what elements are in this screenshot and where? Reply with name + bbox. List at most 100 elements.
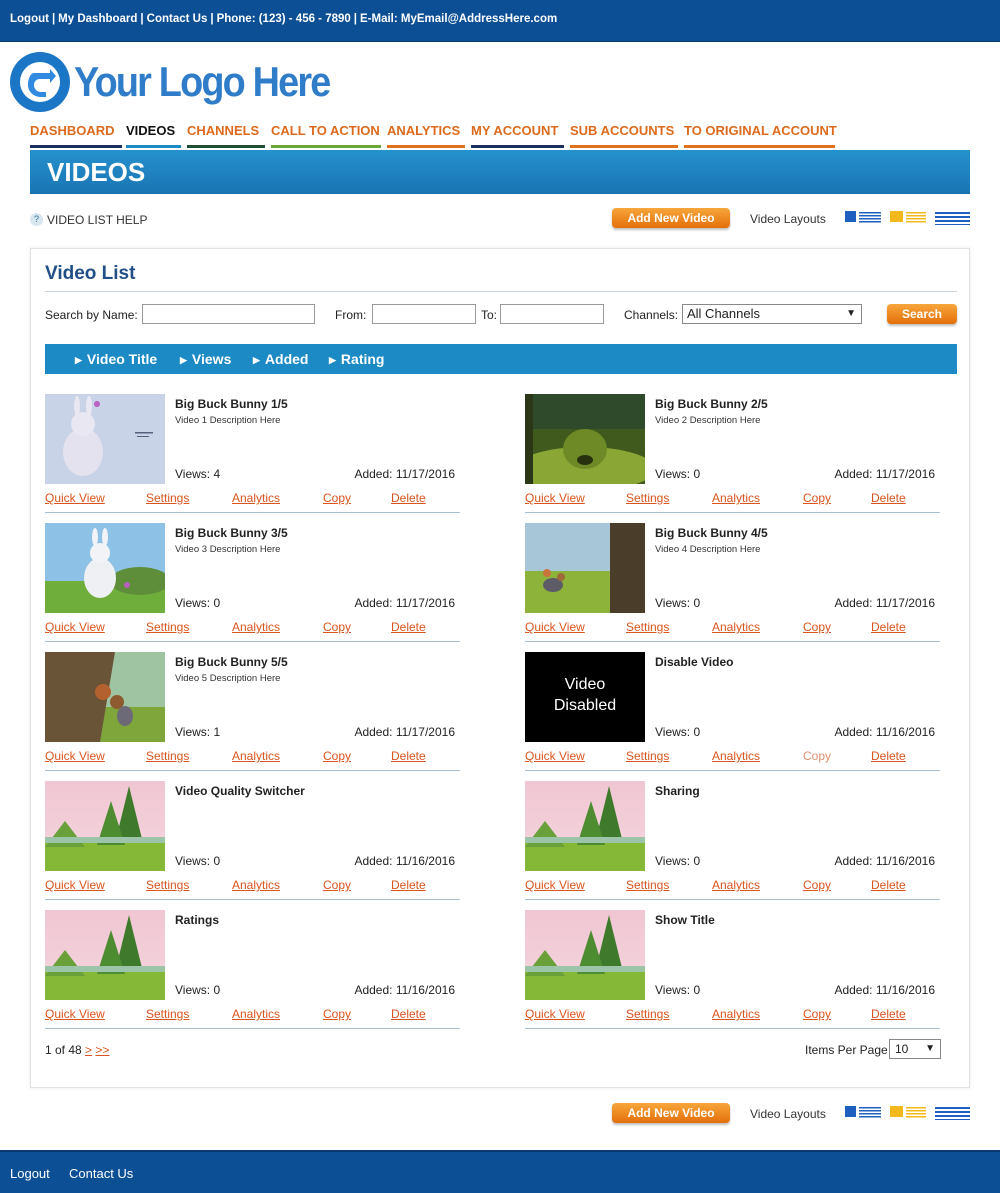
video-thumbnail[interactable] <box>525 394 645 484</box>
copy-link[interactable]: Copy <box>323 878 351 892</box>
quick-view-link[interactable]: Quick View <box>525 878 585 892</box>
delete-link[interactable]: Delete <box>871 878 906 892</box>
from-date-input[interactable] <box>372 304 476 324</box>
delete-link[interactable]: Delete <box>391 749 426 763</box>
quick-view-link[interactable]: Quick View <box>525 491 585 505</box>
video-thumbnail[interactable] <box>45 523 165 613</box>
video-thumbnail[interactable] <box>525 781 645 871</box>
delete-link[interactable]: Delete <box>391 1007 426 1021</box>
video-title[interactable]: Show Title <box>655 913 715 927</box>
copy-link[interactable]: Copy <box>323 620 351 634</box>
delete-link[interactable]: Delete <box>871 491 906 505</box>
settings-link[interactable]: Settings <box>146 878 189 892</box>
sort-video-title[interactable]: ▶ Video Title <box>75 351 157 367</box>
delete-link[interactable]: Delete <box>871 620 906 634</box>
video-title[interactable]: Ratings <box>175 913 219 927</box>
delete-link[interactable]: Delete <box>871 1007 906 1021</box>
copy-link[interactable]: Copy <box>803 749 831 763</box>
video-thumbnail[interactable] <box>45 781 165 871</box>
copy-link[interactable]: Copy <box>803 878 831 892</box>
quick-view-link[interactable]: Quick View <box>45 878 105 892</box>
layout-list-thumb-icon[interactable] <box>845 1106 881 1120</box>
items-per-page-select[interactable]: 10 ▼ <box>889 1039 941 1059</box>
layout-grid-thumb-icon[interactable] <box>890 1106 926 1120</box>
settings-link[interactable]: Settings <box>146 620 189 634</box>
quick-view-link[interactable]: Quick View <box>45 620 105 634</box>
video-list-help-link[interactable]: ? VIDEO LIST HELP <box>30 213 147 227</box>
copy-link[interactable]: Copy <box>803 1007 831 1021</box>
copy-link[interactable]: Copy <box>803 491 831 505</box>
search-name-input[interactable] <box>142 304 315 324</box>
analytics-link[interactable]: Analytics <box>232 1007 280 1021</box>
next-page-link[interactable]: > <box>85 1043 92 1057</box>
video-thumbnail[interactable] <box>45 652 165 742</box>
video-thumbnail[interactable] <box>525 523 645 613</box>
logo[interactable]: Your Logo Here <box>8 50 331 112</box>
analytics-link[interactable]: Analytics <box>712 878 760 892</box>
analytics-link[interactable]: Analytics <box>232 491 280 505</box>
analytics-link[interactable]: Analytics <box>232 620 280 634</box>
quick-view-link[interactable]: Quick View <box>45 1007 105 1021</box>
nav-item-analytics[interactable]: ANALYTICS <box>387 120 465 148</box>
video-title[interactable]: Big Buck Bunny 1/5 <box>175 397 288 411</box>
layout-list-thumb-icon[interactable] <box>845 211 881 225</box>
settings-link[interactable]: Settings <box>146 749 189 763</box>
copy-link[interactable]: Copy <box>323 1007 351 1021</box>
video-thumbnail[interactable]: Video Disabled <box>525 652 645 742</box>
channels-select[interactable]: All Channels ▼ <box>682 304 862 324</box>
contact-us-link[interactable]: Contact Us <box>147 13 208 25</box>
sort-views[interactable]: ▶ Views <box>180 351 231 367</box>
add-new-video-button[interactable]: Add New Video <box>612 208 730 228</box>
quick-view-link[interactable]: Quick View <box>45 491 105 505</box>
copy-link[interactable]: Copy <box>323 491 351 505</box>
nav-item-dashboard[interactable]: DASHBOARD <box>30 120 122 148</box>
layout-list-icon[interactable] <box>935 211 970 225</box>
quick-view-link[interactable]: Quick View <box>525 749 585 763</box>
video-title[interactable]: Big Buck Bunny 4/5 <box>655 526 768 540</box>
my-dashboard-link[interactable]: My Dashboard <box>58 13 137 25</box>
to-date-input[interactable] <box>500 304 604 324</box>
settings-link[interactable]: Settings <box>626 620 669 634</box>
analytics-link[interactable]: Analytics <box>232 749 280 763</box>
logout-link[interactable]: Logout <box>10 13 49 25</box>
analytics-link[interactable]: Analytics <box>232 878 280 892</box>
settings-link[interactable]: Settings <box>626 1007 669 1021</box>
nav-item-videos[interactable]: VIDEOS <box>126 120 181 148</box>
settings-link[interactable]: Settings <box>626 749 669 763</box>
delete-link[interactable]: Delete <box>391 620 426 634</box>
layout-grid-thumb-icon[interactable] <box>890 211 926 225</box>
nav-item-call-to-action[interactable]: CALL TO ACTION <box>271 120 381 148</box>
delete-link[interactable]: Delete <box>391 491 426 505</box>
quick-view-link[interactable]: Quick View <box>45 749 105 763</box>
settings-link[interactable]: Settings <box>626 878 669 892</box>
search-button[interactable]: Search <box>887 304 957 324</box>
video-title[interactable]: Big Buck Bunny 5/5 <box>175 655 288 669</box>
analytics-link[interactable]: Analytics <box>712 1007 760 1021</box>
last-page-link[interactable]: >> <box>95 1043 109 1057</box>
add-new-video-button[interactable]: Add New Video <box>612 1103 730 1123</box>
settings-link[interactable]: Settings <box>626 491 669 505</box>
video-thumbnail[interactable] <box>45 394 165 484</box>
analytics-link[interactable]: Analytics <box>712 491 760 505</box>
delete-link[interactable]: Delete <box>391 878 426 892</box>
video-title[interactable]: Big Buck Bunny 2/5 <box>655 397 768 411</box>
quick-view-link[interactable]: Quick View <box>525 1007 585 1021</box>
sort-added[interactable]: ▶ Added <box>253 351 308 367</box>
analytics-link[interactable]: Analytics <box>712 620 760 634</box>
video-thumbnail[interactable] <box>45 910 165 1000</box>
video-title[interactable]: Video Quality Switcher <box>175 784 305 798</box>
layout-list-icon[interactable] <box>935 1106 970 1120</box>
video-title[interactable]: Sharing <box>655 784 700 798</box>
sort-rating[interactable]: ▶ Rating <box>329 351 384 367</box>
copy-link[interactable]: Copy <box>803 620 831 634</box>
settings-link[interactable]: Settings <box>146 1007 189 1021</box>
settings-link[interactable]: Settings <box>146 491 189 505</box>
quick-view-link[interactable]: Quick View <box>525 620 585 634</box>
footer-logout-link[interactable]: Logout <box>10 1166 50 1181</box>
delete-link[interactable]: Delete <box>871 749 906 763</box>
footer-contact-link[interactable]: Contact Us <box>69 1166 133 1181</box>
analytics-link[interactable]: Analytics <box>712 749 760 763</box>
video-title[interactable]: Disable Video <box>655 655 733 669</box>
nav-item-to-original-account[interactable]: TO ORIGINAL ACCOUNT <box>684 120 837 148</box>
video-title[interactable]: Big Buck Bunny 3/5 <box>175 526 288 540</box>
